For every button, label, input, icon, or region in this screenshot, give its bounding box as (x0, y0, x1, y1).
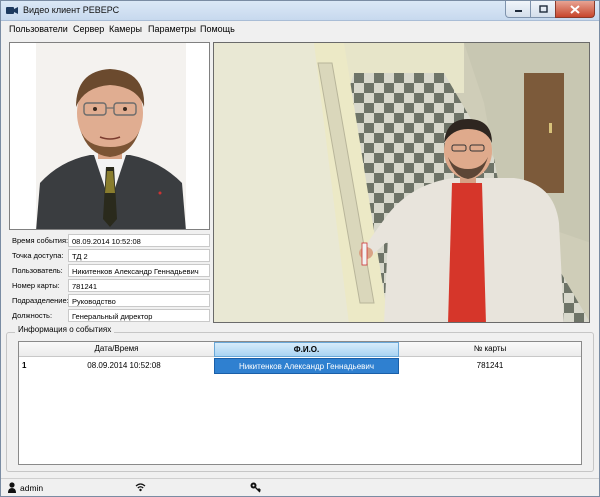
column-card[interactable]: № карты (399, 342, 581, 357)
column-fio[interactable]: Ф.И.О. (214, 342, 399, 357)
menu-users[interactable]: Пользователи (9, 24, 68, 34)
user-photo (9, 42, 210, 230)
main-content: Время события: 08.09.2014 10:52:08 Точка… (1, 38, 599, 478)
menu-settings[interactable]: Параметры (148, 24, 196, 34)
row-datetime: 08.09.2014 10:52:08 (87, 361, 161, 370)
menu-cameras[interactable]: Камеры (109, 24, 142, 34)
position-value: Генеральный директор (68, 309, 210, 322)
row-index: 1 (22, 361, 27, 370)
column-datetime[interactable]: Дата/Время (19, 342, 215, 357)
maximize-button[interactable] (530, 1, 556, 18)
row-card: 781241 (476, 361, 504, 370)
event-time-value: 08.09.2014 10:52:08 (68, 234, 210, 247)
menu-server[interactable]: Сервер (73, 24, 104, 34)
row-fio: Никитенков Александр Геннадьевич (214, 358, 399, 374)
table-header: Дата/Время Ф.И.О. № карты (19, 342, 581, 357)
status-bar: admin (1, 478, 599, 496)
menu-bar: Пользователи Сервер Камеры Параметры Пом… (1, 21, 599, 38)
status-username: admin (20, 483, 44, 493)
camera-view[interactable] (213, 42, 590, 323)
table-row[interactable]: 1 08.09.2014 10:52:08 Никитенков Алексан… (19, 358, 581, 374)
field-access-point: Точка доступа: ТД 2 (9, 249, 210, 263)
minimize-icon (514, 10, 522, 12)
position-label: Должность: (12, 311, 53, 320)
user-label: Пользователь: (12, 266, 63, 275)
maximize-icon (538, 5, 548, 13)
access-point-value: ТД 2 (68, 249, 210, 262)
window-controls (505, 1, 595, 18)
card-number-value: 781241 (68, 279, 210, 292)
network-icon (135, 483, 146, 492)
field-position: Должность: Генеральный директор (9, 309, 210, 323)
field-card-number: Номер карты: 781241 (9, 279, 210, 293)
window-title: Видео клиент РЕВЕРС (23, 5, 120, 15)
field-user: Пользователь: Никитенков Александр Генна… (9, 264, 210, 278)
event-time-label: Время события: (12, 236, 69, 245)
user-portrait-image (10, 43, 209, 229)
minimize-button[interactable] (505, 1, 531, 18)
app-camera-icon (6, 7, 18, 14)
department-label: Подразделение: (12, 296, 69, 305)
events-table[interactable]: Дата/Время Ф.И.О. № карты 1 08.09.2014 1… (18, 341, 582, 465)
field-department: Подразделение: Руководство (9, 294, 210, 308)
key-icon (250, 482, 261, 493)
camera-feed-image (214, 43, 589, 322)
title-bar[interactable]: Видео клиент РЕВЕРС (1, 1, 599, 21)
events-group-title: Информация о событиях (15, 325, 115, 334)
user-icon (8, 482, 16, 493)
access-point-label: Точка доступа: (12, 251, 64, 260)
department-value: Руководство (68, 294, 210, 307)
field-event-time: Время события: 08.09.2014 10:52:08 (9, 234, 210, 248)
close-icon (570, 4, 580, 14)
menu-help[interactable]: Помощь (200, 24, 235, 34)
close-button[interactable] (555, 1, 595, 18)
card-number-label: Номер карты: (12, 281, 60, 290)
user-value: Никитенков Александр Геннадьевич (68, 264, 210, 277)
main-window: Видео клиент РЕВЕРС Пользователи Сервер … (0, 0, 600, 497)
